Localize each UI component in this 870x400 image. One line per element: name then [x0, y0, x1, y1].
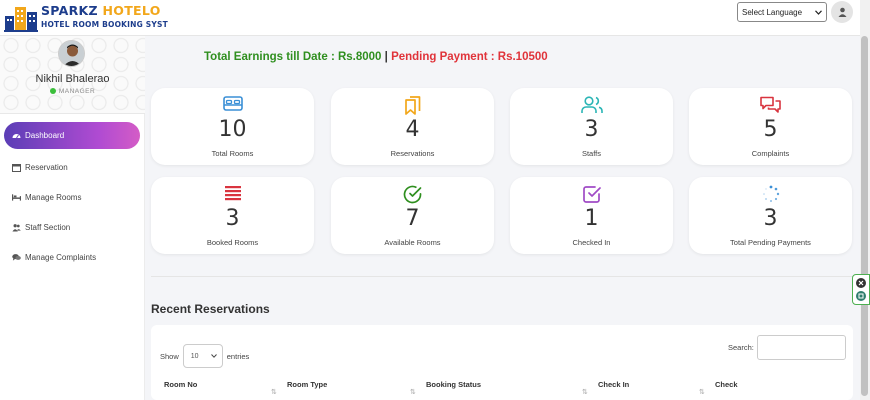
search-label: Search:	[728, 343, 754, 352]
chevron-down-icon	[815, 9, 822, 15]
stat-label: Total Pending Payments	[730, 238, 811, 247]
stat-label: Total Rooms	[211, 149, 254, 158]
stat-label: Checked In	[572, 238, 611, 247]
stat-value: 3	[225, 206, 240, 231]
stat-label: Booked Rooms	[206, 238, 259, 247]
sidebar-nav: Dashboard Reservation Manage Rooms Staff…	[0, 122, 145, 272]
sort-arrows-icon[interactable]: ⇅	[410, 388, 416, 396]
sidebar-item-label: Staff Section	[25, 222, 71, 232]
column-header-check-in[interactable]: Check In	[598, 380, 629, 389]
column-header-room-type[interactable]: Room Type	[287, 380, 327, 389]
widget-icon[interactable]	[856, 291, 866, 301]
column-header-check-out[interactable]: Check	[715, 380, 738, 389]
users-icon	[580, 96, 603, 113]
sidebar-item-label: Reservation	[25, 162, 68, 172]
dashboard-gauge-icon	[12, 131, 21, 140]
comments-icon	[12, 253, 21, 262]
user-menu-button[interactable]	[831, 1, 853, 23]
bed-icon	[222, 96, 243, 111]
section-divider	[151, 276, 860, 277]
sidebar-item-manage-rooms[interactable]: Manage Rooms	[4, 182, 140, 212]
total-earnings: Total Earnings till Date : Rs.8000	[204, 51, 382, 63]
stat-card-staffs[interactable]: 3 Staffs	[510, 88, 673, 165]
stat-value: 3	[584, 117, 599, 142]
earnings-summary: Total Earnings till Date : Rs.8000 | Pen…	[204, 51, 548, 63]
stat-label: Available Rooms	[384, 238, 441, 247]
sidebar-item-label: Manage Complaints	[25, 252, 97, 262]
stat-label: Complaints	[751, 149, 790, 158]
top-bar: SPARKZ HOTELO HOTEL ROOM BOOKING SYST Se…	[0, 0, 870, 36]
stat-card-complaints[interactable]: 5 Complaints	[689, 88, 852, 165]
stat-card-total-rooms[interactable]: 10 Total Rooms	[151, 88, 314, 165]
entries-label: entries	[226, 351, 250, 361]
sort-arrows-icon[interactable]: ⇅	[271, 388, 277, 396]
sort-arrows-icon[interactable]: ⇅	[699, 388, 705, 396]
reservations-table-panel: Show 10 entries Search: Room No ⇅ Room T…	[151, 325, 853, 400]
brand-subtitle: HOTEL ROOM BOOKING SYST	[41, 20, 168, 29]
sidebar-item-dashboard[interactable]: Dashboard	[4, 122, 140, 149]
stat-value: 10	[218, 117, 247, 142]
sidebar-item-staff-section[interactable]: Staff Section	[4, 212, 140, 242]
stat-label: Reservations	[390, 149, 435, 158]
recent-reservations-title: Recent Reservations	[151, 302, 270, 316]
show-label: Show	[160, 351, 179, 361]
earnings-separator: |	[381, 51, 392, 63]
bed-icon	[12, 193, 21, 202]
floating-widget	[852, 274, 870, 305]
language-select-value: Select Language	[742, 7, 803, 17]
chat-bubbles-icon	[760, 96, 781, 113]
chevron-down-icon	[210, 354, 217, 358]
stat-label: Staffs	[581, 149, 602, 158]
user-icon	[838, 7, 846, 17]
sidebar: Nikhil Bhalerao MANAGER Dashboard Reserv…	[0, 36, 145, 400]
avatar-photo	[59, 41, 84, 66]
profile-card: Nikhil Bhalerao MANAGER	[0, 36, 145, 114]
stat-card-checked-in[interactable]: 1 Checked In	[510, 177, 673, 254]
stat-value: 1	[584, 206, 599, 231]
entries-length-control: Show 10 entries	[160, 344, 249, 368]
sidebar-item-label: Dashboard	[25, 131, 65, 140]
stat-card-reservations[interactable]: 4 Reservations	[331, 88, 494, 165]
column-header-booking-status[interactable]: Booking Status	[426, 380, 481, 389]
sort-arrows-icon[interactable]: ⇅	[582, 388, 588, 396]
sidebar-item-manage-complaints[interactable]: Manage Complaints	[4, 242, 140, 272]
list-lines-icon	[224, 186, 241, 201]
stat-card-booked-rooms[interactable]: 3 Booked Rooms	[151, 177, 314, 254]
stat-value: 3	[763, 206, 778, 231]
check-square-icon	[582, 186, 601, 203]
close-icon[interactable]	[856, 278, 866, 288]
stat-value: 7	[405, 206, 420, 231]
sidebar-item-reservation[interactable]: Reservation	[4, 152, 140, 182]
hotel-building-icon	[4, 7, 38, 32]
calendar-icon	[12, 163, 21, 172]
main-content: Total Earnings till Date : Rs.8000 | Pen…	[145, 36, 860, 400]
check-circle-icon	[403, 185, 422, 204]
brand-logo[interactable]: SPARKZ HOTELO HOTEL ROOM BOOKING SYST	[4, 2, 168, 34]
brand-title: SPARKZ HOTELO	[41, 3, 161, 18]
spinner-icon	[762, 185, 779, 202]
table-search: Search:	[728, 335, 846, 360]
avatar[interactable]	[58, 40, 85, 67]
pending-payment: Pending Payment : Rs.10500	[391, 51, 548, 63]
scrollbar-thumb[interactable]	[861, 36, 868, 396]
brand-title-accent: HOTELO	[102, 3, 161, 18]
entries-select[interactable]: 10	[182, 344, 223, 368]
stat-value: 4	[405, 117, 420, 142]
profile-role: MANAGER	[0, 88, 145, 95]
column-header-room-no[interactable]: Room No	[164, 380, 197, 389]
entries-select-value: 10	[190, 352, 199, 360]
stat-card-total-pending-payments[interactable]: 3 Total Pending Payments	[689, 177, 852, 254]
sidebar-item-label: Manage Rooms	[25, 192, 82, 202]
bookmarks-icon	[404, 96, 420, 115]
stat-value: 5	[763, 117, 778, 142]
users-icon	[12, 223, 21, 232]
online-status-dot	[49, 88, 56, 95]
search-input[interactable]	[756, 335, 846, 360]
stat-card-available-rooms[interactable]: 7 Available Rooms	[331, 177, 494, 254]
language-select[interactable]: Select Language	[737, 2, 827, 22]
profile-name: Nikhil Bhalerao	[35, 73, 110, 85]
